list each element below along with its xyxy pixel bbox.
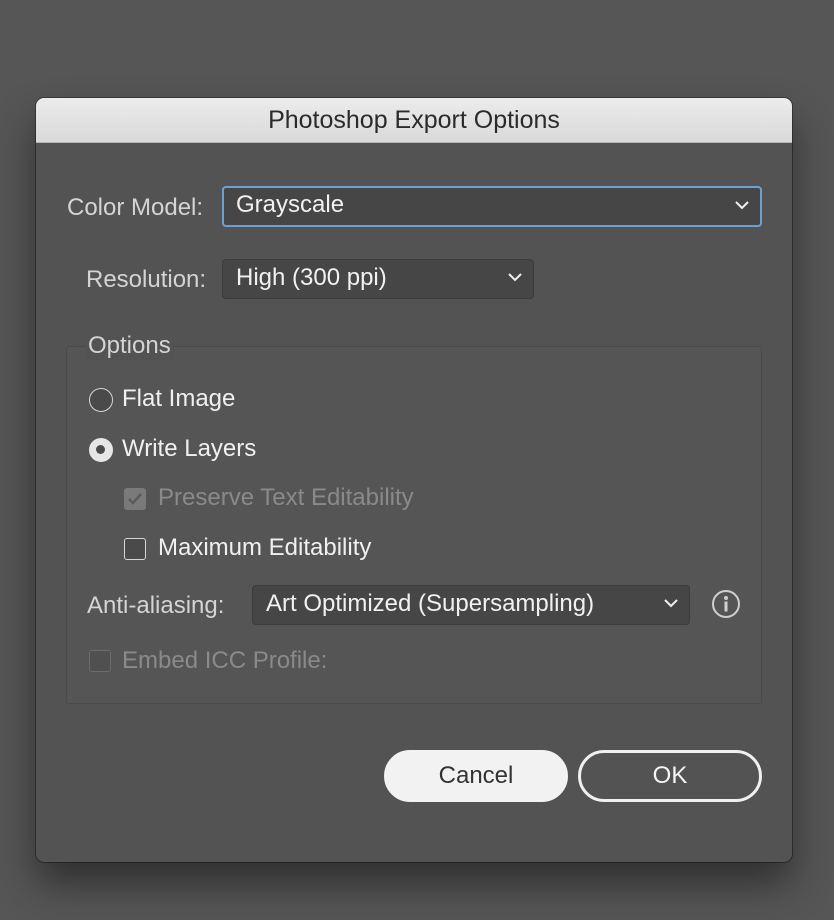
chevron-down-icon	[664, 599, 678, 608]
info-icon[interactable]	[711, 589, 741, 619]
maximum-editability-label[interactable]: Maximum Editability	[158, 534, 371, 562]
photoshop-export-options-dialog: Photoshop Export Options Color Model: Gr…	[36, 98, 792, 862]
chevron-down-icon	[508, 273, 522, 282]
cancel-button[interactable]: Cancel	[384, 750, 568, 802]
flat-image-radio[interactable]	[89, 388, 113, 412]
flat-image-label[interactable]: Flat Image	[122, 385, 235, 413]
embed-icc-profile-checkbox[interactable]	[89, 650, 111, 672]
maximum-editability-checkbox[interactable]	[124, 538, 146, 560]
resolution-value: High (300 ppi)	[236, 264, 387, 291]
write-layers-label[interactable]: Write Layers	[122, 435, 256, 463]
checkmark-icon	[128, 493, 142, 505]
color-model-value: Grayscale	[236, 191, 345, 218]
color-model-label: Color Model:	[67, 194, 204, 221]
embed-icc-profile-label: Embed ICC Profile:	[122, 647, 328, 674]
color-model-select[interactable]: Grayscale	[222, 186, 762, 227]
preserve-text-editability-label: Preserve Text Editability	[158, 484, 414, 511]
antialiasing-label: Anti-aliasing:	[87, 592, 225, 619]
ok-button[interactable]: OK	[578, 750, 762, 802]
dialog-title: Photoshop Export Options	[36, 98, 792, 143]
resolution-label: Resolution:	[86, 266, 207, 293]
antialiasing-select[interactable]: Art Optimized (Supersampling)	[252, 585, 690, 625]
antialiasing-value: Art Optimized (Supersampling)	[266, 590, 595, 617]
write-layers-radio[interactable]	[89, 438, 113, 462]
options-group-title: Options	[86, 332, 173, 360]
resolution-select[interactable]: High (300 ppi)	[222, 259, 534, 299]
preserve-text-editability-checkbox[interactable]	[124, 488, 146, 510]
chevron-down-icon	[735, 201, 749, 210]
